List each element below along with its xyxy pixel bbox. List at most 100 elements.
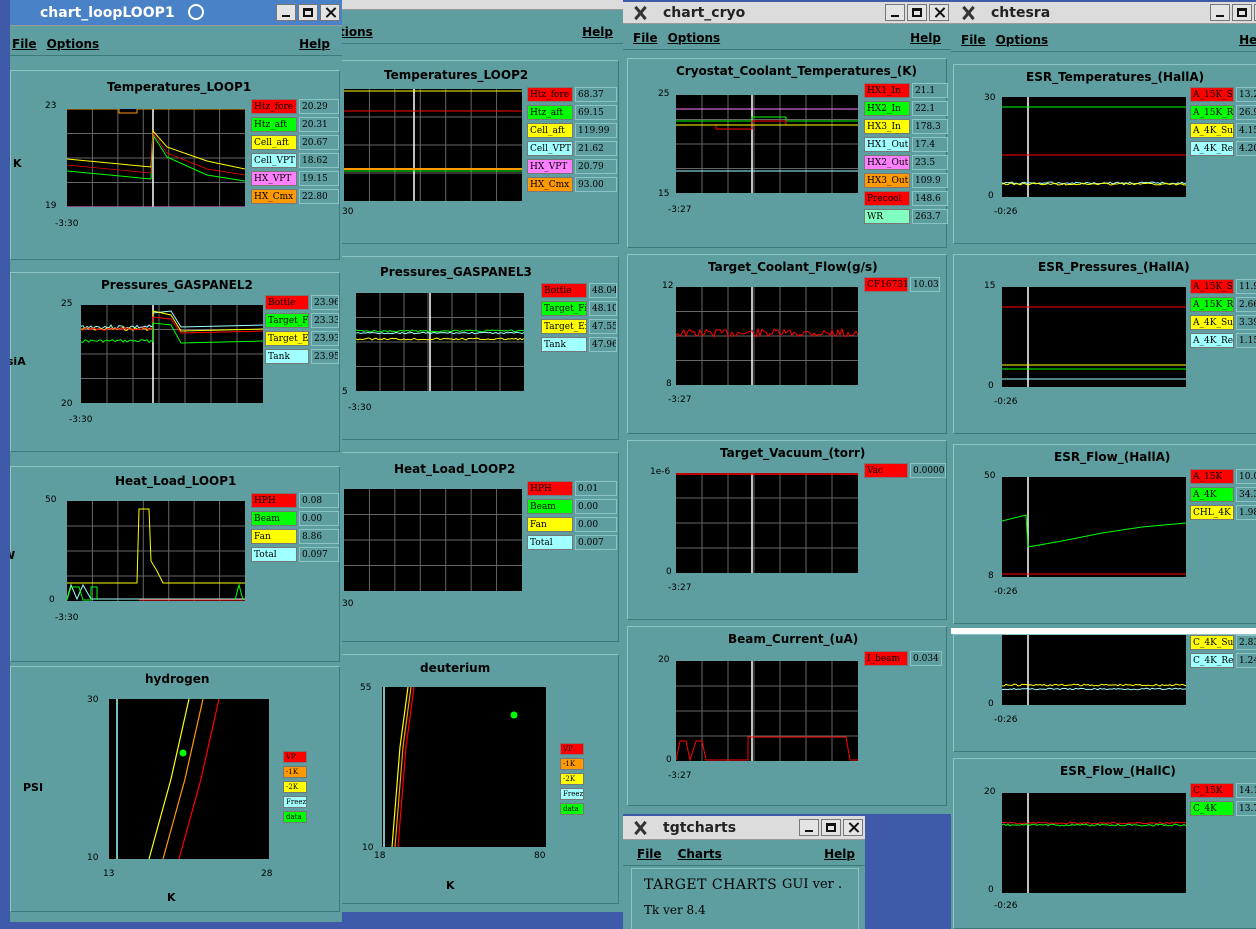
close-button[interactable] — [929, 4, 949, 21]
legend-name[interactable]: VP — [283, 751, 307, 763]
plot-esr-flowC[interactable] — [1001, 793, 1187, 899]
minimize-button[interactable] — [799, 819, 819, 836]
legend-name[interactable]: C_4K_Ret — [1190, 653, 1234, 668]
legend-name[interactable]: HX1_In — [864, 83, 910, 98]
plot-esr-temps[interactable] — [1001, 97, 1187, 203]
maximize-button[interactable] — [907, 4, 927, 21]
legend-name[interactable]: Htz_aft — [527, 105, 573, 120]
menu-file[interactable]: File — [633, 31, 658, 45]
legend-name[interactable]: HX2_Out — [864, 155, 910, 170]
legend-name[interactable]: Target_Fi — [265, 313, 309, 328]
legend-name[interactable]: Vac — [864, 463, 908, 478]
legend-name[interactable]: -1K — [560, 758, 584, 770]
legend-name[interactable]: C_15K — [1190, 783, 1234, 798]
menu-options[interactable]: tions — [339, 25, 373, 39]
legend-name[interactable]: A_15K — [1190, 469, 1234, 484]
plot-esr-press[interactable] — [1001, 287, 1187, 393]
legend-name[interactable]: A_4K — [1190, 487, 1234, 502]
legend-name[interactable]: Htz_fore — [251, 99, 297, 114]
legend-name[interactable]: Fan — [527, 517, 573, 532]
menu-help[interactable]: Help — [910, 31, 941, 45]
legend-name[interactable]: Tank — [265, 349, 309, 364]
legend-name[interactable]: Htz_aft — [251, 117, 297, 132]
legend-name[interactable]: Cell_aft — [251, 135, 297, 150]
legend-name[interactable]: data — [560, 803, 584, 815]
legend-name[interactable]: Freeze — [560, 788, 584, 800]
menu-help[interactable]: Help — [299, 37, 330, 51]
menu-options[interactable]: Options — [996, 33, 1049, 47]
legend-name[interactable]: Cell_aft — [527, 123, 573, 138]
legend-name[interactable]: Freeze — [283, 796, 307, 808]
plot-loop2-heat[interactable] — [343, 489, 523, 597]
legend-name[interactable]: VP — [560, 743, 584, 755]
menu-options[interactable]: Options — [668, 31, 721, 45]
legend-name[interactable]: Beam — [527, 499, 573, 514]
legend-name[interactable]: A_4K_Su — [1190, 123, 1234, 138]
menu-help[interactable]: Help — [824, 847, 855, 861]
legend-name[interactable]: Beam — [251, 511, 297, 526]
legend-name[interactable]: HPH — [527, 481, 573, 496]
legend-name[interactable]: CHL_4K — [1190, 505, 1234, 520]
legend-name[interactable]: Target_Ex — [541, 319, 587, 334]
legend-name[interactable]: HX_VPT — [527, 159, 573, 174]
plot-esr-hallc4k[interactable] — [1001, 635, 1187, 711]
legend-name[interactable]: data — [283, 811, 307, 823]
minimize-button[interactable] — [885, 4, 905, 21]
legend-name[interactable]: Fan — [251, 529, 297, 544]
legend-name[interactable]: I_beam — [864, 651, 908, 666]
menu-file[interactable]: File — [637, 847, 662, 861]
legend-name[interactable]: CF167314 — [864, 277, 908, 292]
plot-esr-flowA[interactable] — [1001, 477, 1187, 583]
plot-loop1-heat[interactable] — [66, 501, 246, 607]
legend-name[interactable]: HPH — [251, 493, 297, 508]
plot-cryo-vacuum[interactable] — [675, 473, 859, 579]
minimize-button[interactable] — [276, 4, 296, 21]
maximize-button[interactable] — [1232, 4, 1252, 21]
legend-name[interactable]: Total — [527, 535, 573, 550]
tgt-titlebar[interactable]: tgtcharts — [623, 816, 865, 840]
cryo-titlebar[interactable]: chart_cryo — [623, 2, 951, 24]
legend-name[interactable]: HX_Cmx — [251, 189, 297, 204]
legend-name[interactable]: WR — [864, 209, 910, 224]
minimize-button[interactable] — [1210, 4, 1230, 21]
legend-name[interactable]: HX_Cmx — [527, 177, 573, 192]
maximize-button[interactable] — [298, 4, 318, 21]
plot-cryo-flow[interactable] — [675, 287, 859, 391]
legend-name[interactable]: HX_VPT — [251, 171, 297, 186]
menu-file[interactable]: File — [961, 33, 986, 47]
legend-name[interactable]: Tank — [541, 337, 587, 352]
legend-name[interactable]: A_4K_Re — [1190, 333, 1234, 348]
menu-charts[interactable]: Charts — [678, 847, 722, 861]
legend-name[interactable]: HX3_Out — [864, 173, 910, 188]
plot-loop1-temps[interactable] — [66, 108, 246, 213]
plot-hydrogen[interactable] — [109, 698, 269, 860]
legend-name[interactable]: C_4K — [1190, 801, 1234, 816]
esr-titlebar[interactable]: chtesra — [951, 2, 1256, 24]
plot-cryo-coolant[interactable] — [675, 95, 859, 199]
legend-name[interactable]: Bottle — [265, 295, 309, 310]
loop1-titlebar[interactable]: chart_loopLOOP1 — [10, 0, 342, 26]
legend-name[interactable]: A_4K_Su — [1190, 315, 1234, 330]
legend-name[interactable]: HX3_In — [864, 119, 910, 134]
legend-name[interactable]: Bottle — [541, 283, 587, 298]
legend-name[interactable]: -2K — [560, 773, 584, 785]
legend-name[interactable]: -2K — [283, 781, 307, 793]
menu-options[interactable]: Options — [47, 37, 100, 51]
legend-name[interactable]: C_4K_Sup — [1190, 635, 1234, 650]
legend-name[interactable]: Precool — [864, 191, 910, 206]
menu-file[interactable]: File — [12, 37, 37, 51]
close-button[interactable] — [320, 4, 340, 21]
loop2-titlebar[interactable] — [335, 0, 623, 10]
plot-loop2-temps[interactable] — [343, 89, 523, 207]
legend-name[interactable]: A_15K_R — [1190, 297, 1234, 312]
menu-help[interactable]: Help — [582, 25, 613, 39]
legend-name[interactable]: A_15K_R — [1190, 105, 1234, 120]
plot-loop1-press[interactable] — [80, 305, 264, 409]
legend-name[interactable]: A_15K_S — [1190, 87, 1234, 102]
legend-name[interactable]: -1K — [283, 766, 307, 778]
legend-name[interactable]: Htz_fore — [527, 87, 573, 102]
legend-name[interactable]: Target_Fi — [541, 301, 587, 316]
menu-help[interactable]: Help — [1239, 33, 1256, 47]
plot-deuterium[interactable] — [382, 686, 546, 848]
legend-name[interactable]: A_15K_S — [1190, 279, 1234, 294]
